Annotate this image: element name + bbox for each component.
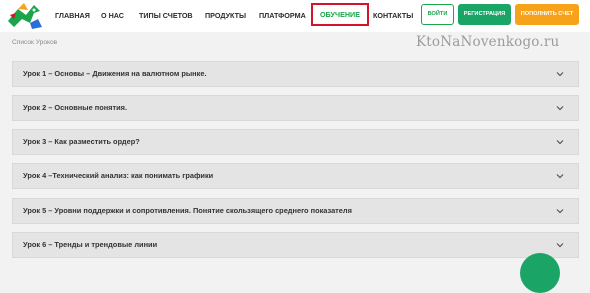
breadcrumb: Список Уроков [12,39,58,46]
chevron-down-icon [556,72,564,77]
lesson-title: Урок 3 – Как разместить ордер? [23,137,140,146]
lesson-item-5[interactable]: Урок 5 – Уровни поддержки и сопротивлени… [12,198,579,224]
site-watermark: KtoNaNovenkogo.ru [408,33,590,52]
nav-item-education[interactable]: ОБУЧЕНИЕ [311,3,369,26]
lesson-title: Урок 6 – Тренды и трендовые линии [23,240,158,249]
lesson-item-4[interactable]: Урок 4 –Технический анализ: как понимать… [12,163,579,189]
register-button[interactable]: РЕГИСТРАЦИЯ [458,4,511,25]
bull-logo-icon[interactable] [4,1,48,31]
deposit-button[interactable]: ПОПОЛНИТЬ СЧЕТ [515,4,579,25]
lesson-title: Урок 4 –Технический анализ: как понимать… [23,171,214,180]
nav-item-account-types[interactable]: ТИПЫ СЧЕТОВ [139,10,193,22]
chevron-down-icon [556,174,564,179]
lesson-title: Урок 5 – Уровни поддержки и сопротивлени… [23,206,352,215]
lesson-item-1[interactable]: Урок 1 – Основы – Движения на валютном р… [12,61,579,87]
nav-item-contacts[interactable]: КОНТАКТЫ [373,10,413,22]
chat-widget-button[interactable] [520,253,560,293]
login-button[interactable]: ВОЙТИ [421,4,454,25]
site-header: ГЛАВНАЯ О НАС ТИПЫ СЧЕТОВ ПРОДУКТЫ ПЛАТФ… [0,0,590,32]
chevron-down-icon [556,106,564,111]
chevron-down-icon [556,243,564,248]
lesson-item-2[interactable]: Урок 2 – Основные понятия. [12,95,579,121]
chevron-down-icon [556,140,564,145]
nav-item-about[interactable]: О НАС [101,10,124,22]
chevron-down-icon [556,209,564,214]
lesson-item-6[interactable]: Урок 6 – Тренды и трендовые линии [12,232,579,258]
lesson-title: Урок 2 – Основные понятия. [23,103,128,112]
lesson-item-3[interactable]: Урок 3 – Как разместить ордер? [12,129,579,155]
nav-item-home[interactable]: ГЛАВНАЯ [55,10,90,22]
lesson-title: Урок 1 – Основы – Движения на валютном р… [23,69,207,78]
nav-item-education-label: ОБУЧЕНИЕ [319,10,361,19]
nav-item-products[interactable]: ПРОДУКТЫ [205,10,246,22]
nav-item-platform[interactable]: ПЛАТФОРМА [259,10,306,22]
